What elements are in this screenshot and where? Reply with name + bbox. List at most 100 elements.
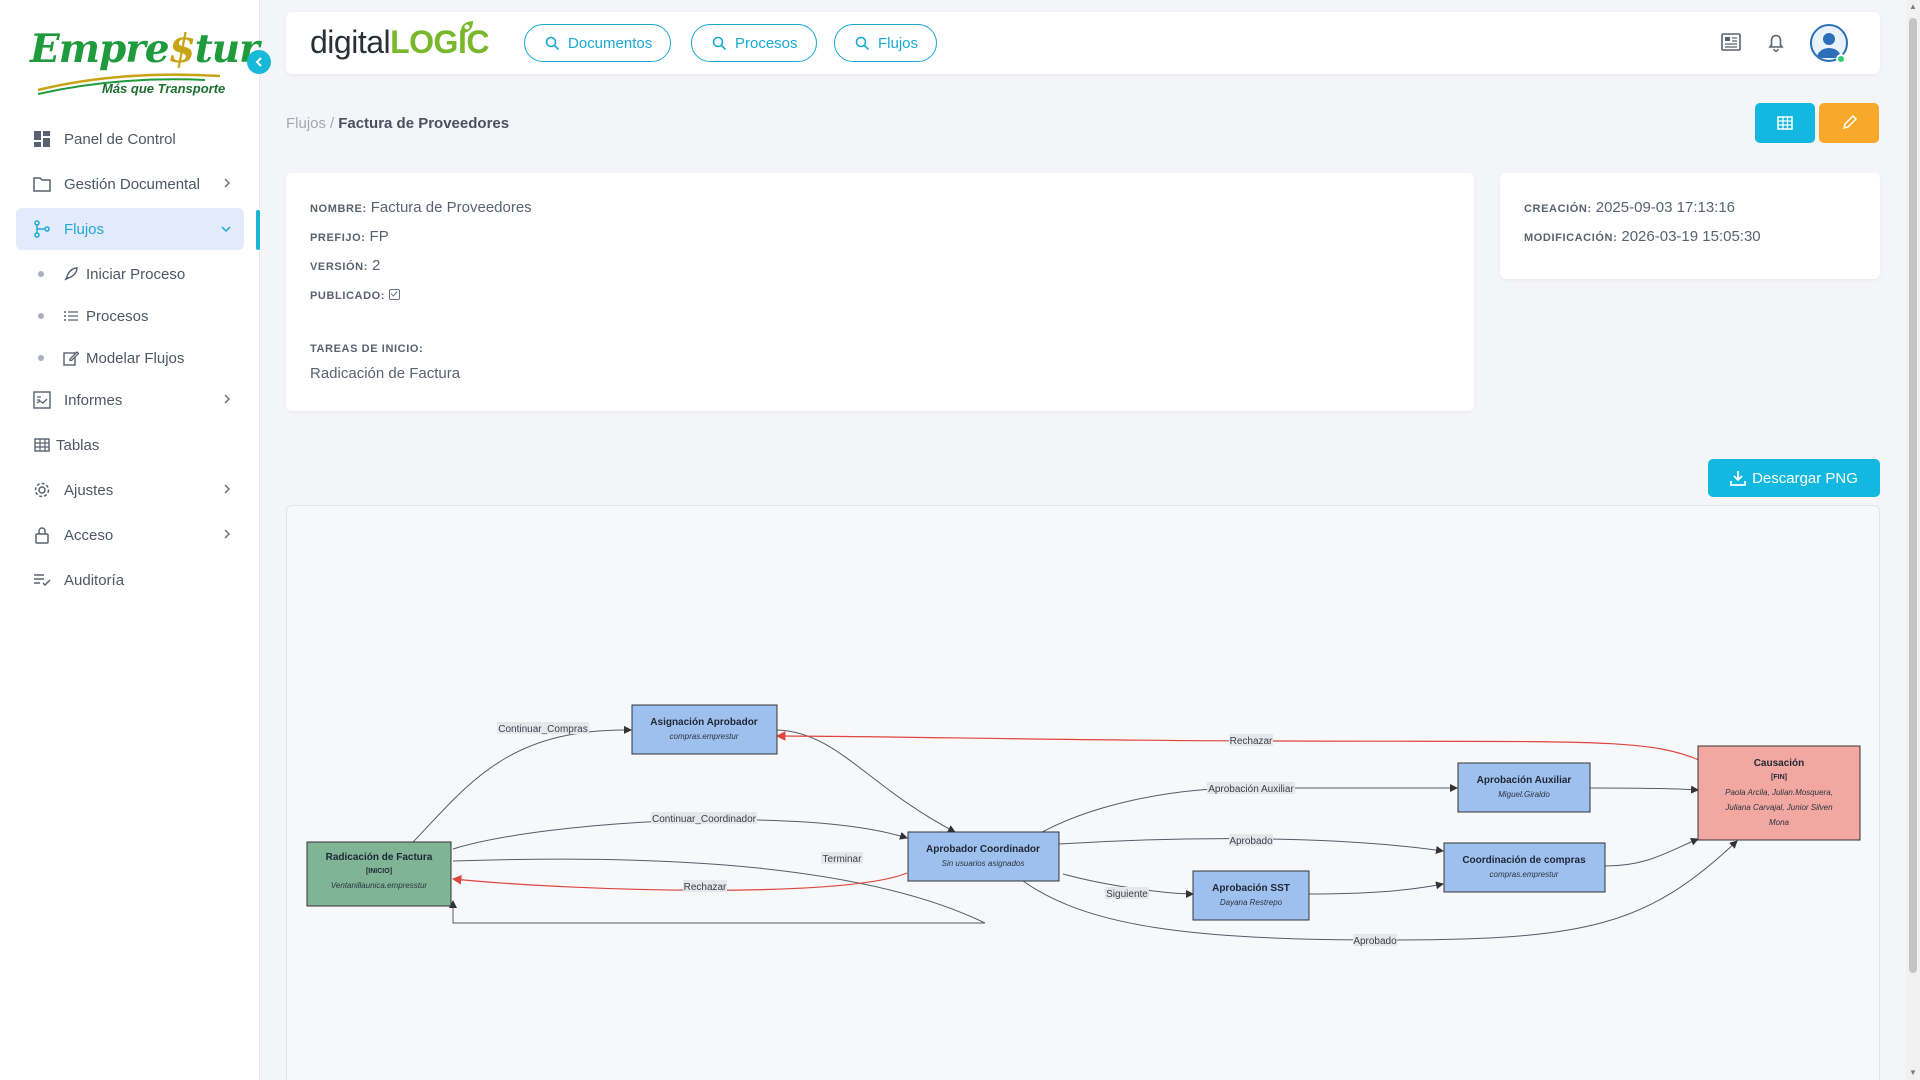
svg-text:Asignación Aprobador: Asignación Aprobador — [650, 717, 758, 728]
edge-aprobacion-auxiliar — [1034, 784, 1458, 837]
search-icon — [855, 36, 870, 51]
svg-text:[INICIO]: [INICIO] — [366, 868, 392, 875]
svg-text:Ventanillaunica.empresstur: Ventanillaunica.empresstur — [331, 881, 428, 890]
sidebar-item-panel-de-control[interactable]: Panel de Control — [16, 118, 244, 160]
svg-text:Rechazar: Rechazar — [684, 882, 727, 893]
creacion-label: CREACIÓN: — [1524, 203, 1592, 215]
prefijo-value: FP — [369, 228, 389, 245]
tareas-row: TAREAS DE INICIO: — [310, 339, 427, 356]
chevron-left-icon — [255, 57, 262, 67]
svg-text:Radicación de Factura: Radicación de Factura — [326, 852, 433, 863]
sidebar-item-label: Flujos — [64, 220, 105, 238]
logo-tagline: Más que Transporte — [102, 81, 226, 96]
prefijo-row: PREFIJO: FP — [310, 228, 389, 245]
svg-text:Continuar_Coordinador: Continuar_Coordinador — [652, 814, 757, 825]
scroll-down-icon[interactable]: ▼ — [1909, 1069, 1917, 1077]
sidebar-item-informes[interactable]: Informes — [16, 379, 244, 421]
svg-text:Juliana Carvajal, Junior Silve: Juliana Carvajal, Junior Silven — [1724, 803, 1833, 812]
svg-text:Continuar_Compras: Continuar_Compras — [498, 724, 588, 735]
search-icon — [712, 36, 727, 51]
flow-diagram[interactable]: Continuar_Compras Continuar_Coordinador … — [286, 505, 1880, 1080]
edit-button[interactable] — [1819, 103, 1879, 143]
version-label: VERSIÓN: — [310, 261, 368, 273]
sidebar-item-label: Gestión Documental — [64, 175, 200, 193]
bullet-dot — [38, 313, 44, 319]
sidebar-subitem-procesos[interactable]: Procesos — [16, 295, 244, 337]
digitallogic-logo[interactable]: digitalLOGIC — [310, 21, 489, 61]
sidebar-subitem-iniciar-proceso[interactable]: Iniciar Proceso — [16, 253, 244, 295]
sidebar-item-gestion-documental[interactable]: Gestión Documental — [16, 163, 244, 205]
flow-meta-card: CREACIÓN: 2025-09-03 17:13:16 MODIFICACIÓ… — [1500, 173, 1880, 279]
svg-text:Aprobado: Aprobado — [1229, 836, 1273, 847]
label-aprobado-1: Aprobado — [1229, 834, 1273, 847]
creacion-value: 2025-09-03 17:13:16 — [1595, 199, 1736, 216]
svg-text:Coordinación de compras: Coordinación de compras — [1462, 855, 1586, 866]
search-flujos-button[interactable]: Flujos — [834, 24, 938, 62]
news-icon[interactable] — [1720, 31, 1742, 58]
version-value: 2 — [371, 257, 381, 274]
modificacion-label: MODIFICACIÓN: — [1524, 232, 1618, 244]
flow-info-card: NOMBRE: Factura de Proveedores PREFIJO: FP… — [286, 173, 1474, 411]
bullet-dot — [38, 271, 44, 277]
list-icon — [62, 307, 80, 325]
pencil-icon — [1842, 115, 1857, 130]
node-aprobador-coordinador[interactable]: Aprobador Coordinador Sin usuarios asign… — [907, 831, 1060, 882]
sidebar-item-acceso[interactable]: Acceso — [16, 514, 244, 556]
svg-text:Dayana Restrepo: Dayana Restrepo — [1220, 898, 1283, 907]
sidebar-item-flujos[interactable]: Flujos — [16, 208, 244, 250]
edge-auxiliar-causacion — [1588, 785, 1699, 794]
chevron-right-icon — [222, 392, 232, 409]
sidebar-subitem-modelar-flujos[interactable]: Modelar Flujos — [16, 337, 244, 379]
node-coordinacion-de-compras[interactable]: Coordinación de compras compras.emprestu… — [1443, 842, 1606, 893]
sidebar-item-label: Acceso — [64, 526, 114, 544]
folder-icon — [32, 174, 52, 194]
scroll-thumb[interactable] — [1909, 18, 1917, 973]
sidebar-item-ajustes[interactable]: Ajustes — [16, 469, 244, 511]
chevron-right-icon — [222, 176, 232, 193]
label-siguiente: Siguiente — [1105, 887, 1149, 900]
bell-icon[interactable] — [1765, 31, 1787, 58]
page-scrollbar[interactable]: ▲ ▼ — [1906, 0, 1920, 1080]
online-status-dot — [1836, 54, 1846, 64]
flow-icon — [32, 219, 52, 239]
svg-text:Mona: Mona — [1769, 818, 1790, 827]
svg-text:Aprobador Coordinador: Aprobador Coordinador — [926, 844, 1040, 855]
download-png-button[interactable]: Descargar PNG — [1708, 459, 1880, 497]
edge-sst-coord-compras — [1308, 881, 1444, 895]
svg-text:compras.emprestur: compras.emprestur — [1490, 870, 1559, 879]
scroll-up-icon[interactable]: ▲ — [1909, 3, 1917, 11]
node-aprobacion-sst[interactable]: Aprobación SST Dayana Restrepo — [1192, 870, 1310, 921]
nombre-label: NOMBRE: — [310, 203, 367, 215]
svg-text:Aprobación Auxiliar: Aprobación Auxiliar — [1477, 775, 1572, 786]
sidebar-subitem-label: Modelar Flujos — [86, 349, 185, 367]
sidebar-subitem-label: Iniciar Proceso — [86, 265, 186, 283]
node-asignacion-aprobador[interactable]: Asignación Aprobador compras.emprestur — [631, 704, 778, 755]
edge-asignacion-coordinador — [776, 729, 956, 833]
search-documentos-button[interactable]: Documentos — [524, 24, 672, 62]
dashboard-icon — [32, 129, 52, 149]
sidebar-item-tablas[interactable]: Tablas — [16, 424, 244, 466]
emprestur-logo[interactable]: Empre$tur Más que Transporte — [30, 28, 260, 100]
node-radicacion-de-factura[interactable]: Radicación de Factura [INICIO] Ventanill… — [306, 841, 452, 907]
node-causacion[interactable]: Causación [FIN] Paola Arcila, Julian.Mos… — [1697, 745, 1861, 841]
publicado-row: PUBLICADO: — [310, 286, 401, 303]
search-procesos-button[interactable]: Procesos — [691, 24, 817, 62]
collapse-sidebar-button[interactable] — [247, 50, 271, 74]
modificacion-value: 2026-03-19 15:05:30 — [1621, 228, 1761, 245]
publicado-label: PUBLICADO: — [310, 290, 386, 302]
chevron-right-icon — [222, 482, 232, 499]
node-aprobacion-auxiliar[interactable]: Aprobación Auxiliar Miguel.Giraldo — [1457, 762, 1591, 813]
nombre-value: Factura de Proveedores — [370, 199, 532, 216]
svg-text:Sin usuarios asignados: Sin usuarios asignados — [942, 859, 1025, 868]
search-documentos-label: Documentos — [568, 34, 653, 52]
breadcrumb-flujos-link[interactable]: Flujos — [286, 115, 326, 132]
label-rechazar-coordinador: Rechazar — [683, 880, 727, 893]
published-checkbox-icon — [389, 289, 401, 300]
edit-icon — [62, 349, 80, 367]
breadcrumb-current: Factura de Proveedores — [338, 115, 510, 132]
table-view-button[interactable] — [1755, 103, 1815, 143]
report-icon — [32, 390, 52, 410]
sidebar-item-auditoria[interactable]: Auditoría — [16, 559, 244, 601]
audit-icon — [32, 570, 52, 590]
download-icon — [1730, 470, 1746, 486]
